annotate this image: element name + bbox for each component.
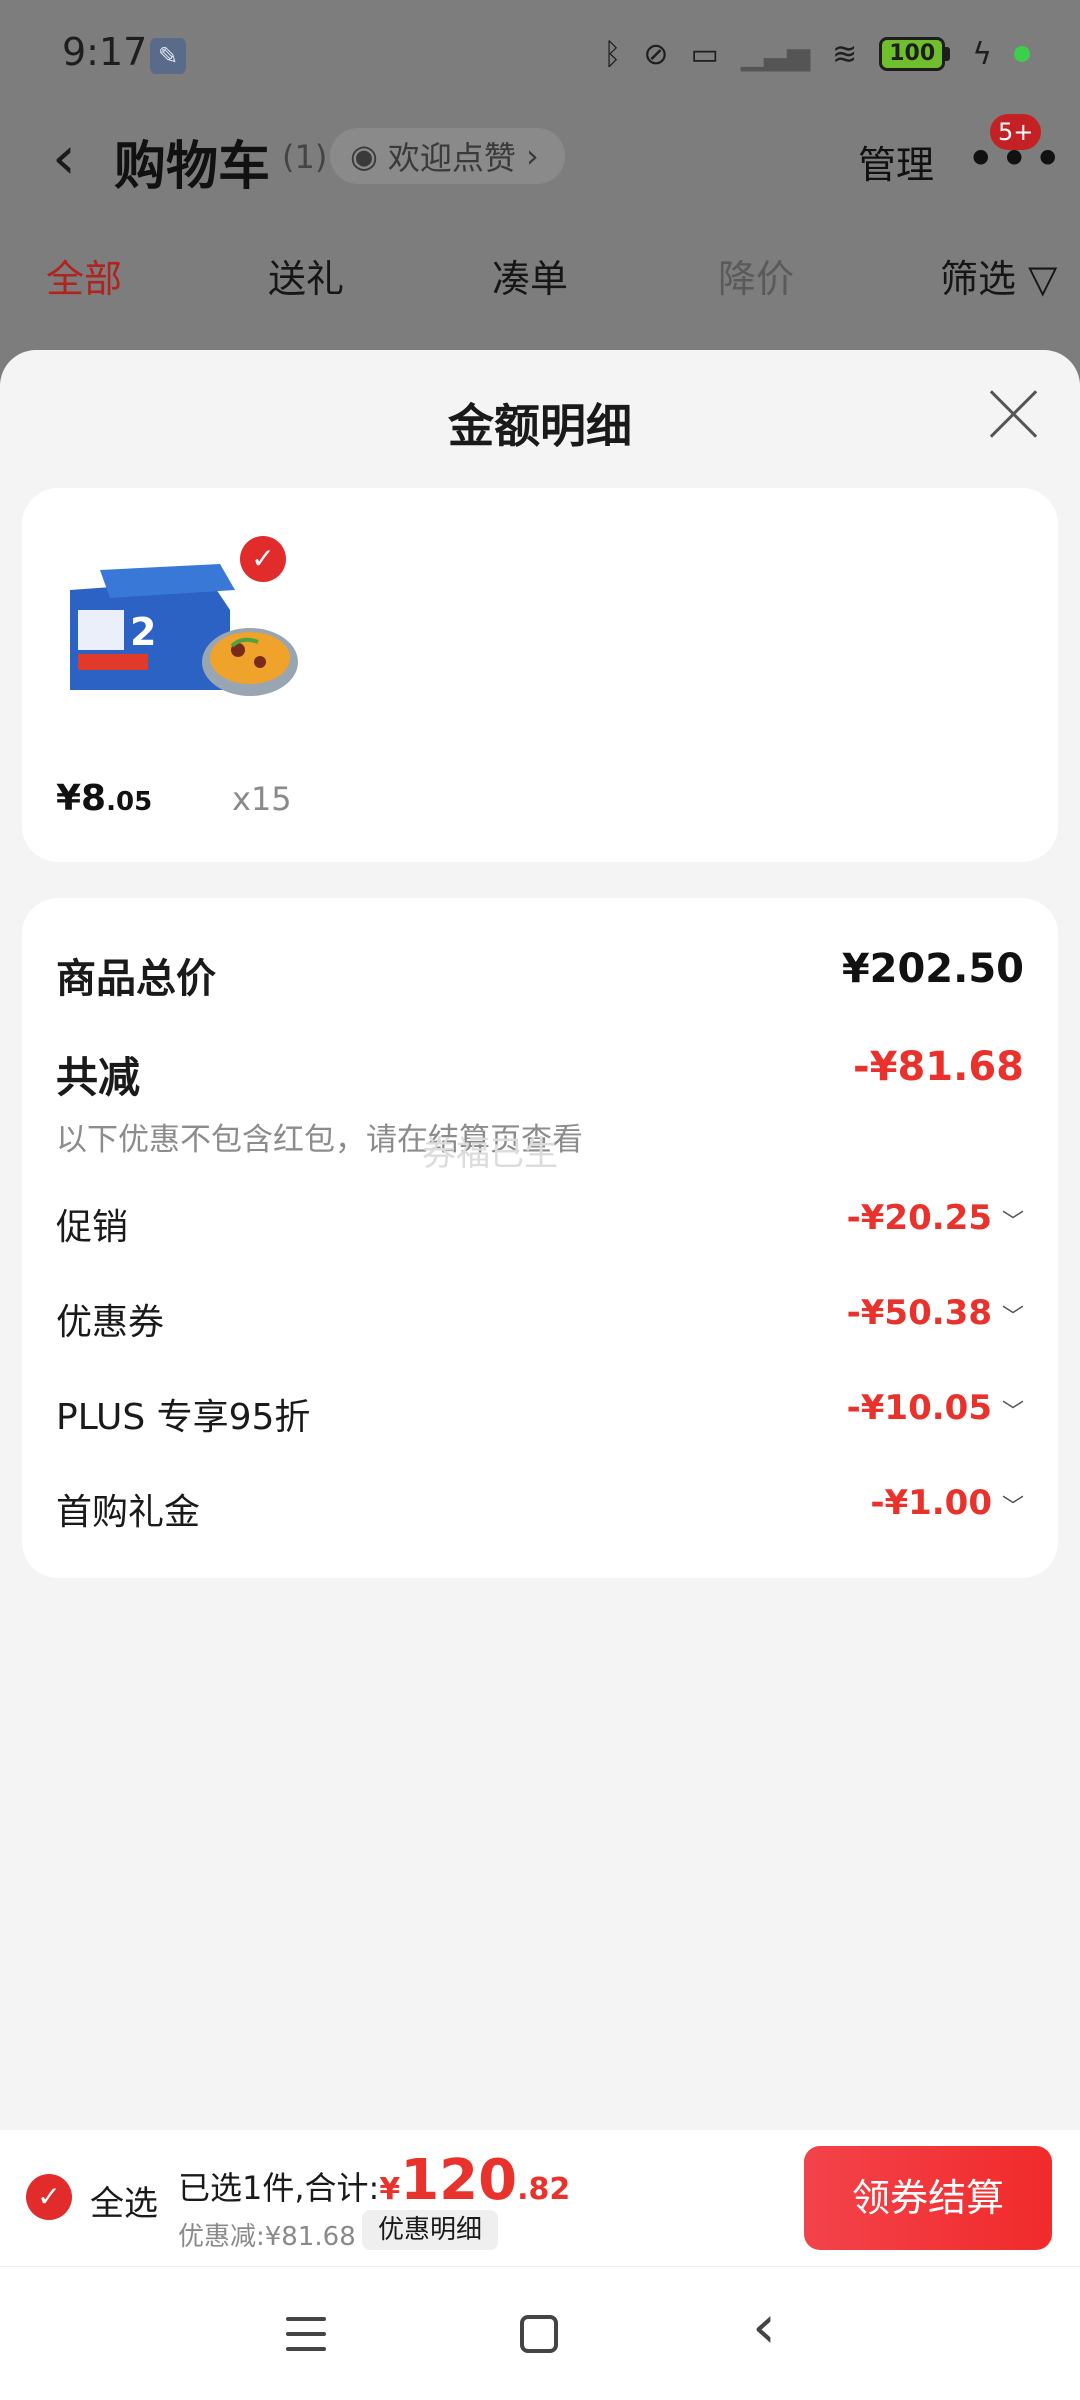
total-reduce-label: 共减 [56, 1053, 141, 1102]
top-nav: ‹ 购物车 (1) ◉ 欢迎点赞 › 管理 ••• 5+ [0, 110, 1080, 210]
price-detail-card: 商品总价 ¥202.50 共减 -¥81.68 以下优惠不包含红包，请在结算页查… [22, 898, 1058, 1578]
charging-icon: ϟ [972, 36, 992, 72]
tab-price-drop[interactable]: 降价 [718, 248, 794, 303]
total-reduce-value: -¥81.68 [853, 1044, 1024, 1090]
total-price-value: ¥202.50 [841, 946, 1024, 992]
praise-label: 欢迎点赞 [387, 139, 516, 177]
filter-tabs: 全部 送礼 凑单 降价 筛选 ▽ [0, 240, 1080, 310]
bluetooth-icon: ᛒ [603, 36, 622, 72]
chevron-down-icon[interactable]: ﹀ [1002, 1489, 1024, 1521]
praise-button[interactable]: ◉ 欢迎点赞 › [330, 128, 565, 184]
chevron-down-icon[interactable]: ﹀ [1002, 1299, 1024, 1331]
plus-discount-value: -¥10.05 [846, 1388, 992, 1428]
first-buy-gift-value: -¥1.00 [870, 1483, 992, 1523]
checkout-bar: ✓ 全选 已选1件,合计:¥120.82 优惠减:¥81.68 优惠明细 领券结… [0, 2130, 1080, 2266]
back-icon[interactable]: ‹ [52, 128, 76, 188]
tab-add-on[interactable]: 凑单 [492, 248, 568, 303]
wrench-icon: ✎ [150, 38, 186, 74]
status-icons: ᛒ ⊘ ▭ ▁▃▅ ≋ 100 ϟ [603, 32, 1030, 76]
chevron-down-icon[interactable]: ﹀ [1002, 1394, 1024, 1426]
tab-filter-label: 筛选 [940, 257, 1017, 301]
message-badge: 5+ [990, 114, 1042, 150]
chevron-right-icon: › [525, 137, 539, 175]
system-back-icon[interactable]: ‹ [752, 2297, 776, 2357]
recent-apps-icon[interactable] [286, 2317, 326, 2351]
product-price-dec: .05 [106, 787, 153, 817]
filter-icon: ▽ [1028, 257, 1058, 301]
chevron-down-icon[interactable]: ﹀ [1002, 1204, 1024, 1236]
promo-value: -¥20.25 [846, 1198, 992, 1238]
tab-gift[interactable]: 送礼 [268, 248, 344, 303]
product-price-int: ¥8 [56, 778, 107, 819]
select-all-checkbox[interactable]: ✓ [26, 2174, 72, 2220]
amount-detail-sheet: 金额明细 2 ✓ ¥8.05 x15 商品总价 ¥202.50 共减 -¥81.… [0, 350, 1080, 2130]
coupon-value: -¥50.38 [846, 1293, 992, 1333]
home-icon[interactable] [520, 2315, 558, 2353]
sum-currency: ¥ [379, 2172, 401, 2207]
battery-icon: 100 [879, 37, 951, 71]
checkout-button[interactable]: 领券结算 [804, 2146, 1052, 2250]
watermark-text: 券福已生 [422, 1134, 558, 1174]
signal-icon: ▁▃▅ [740, 36, 811, 72]
discount-detail-button[interactable]: 优惠明细 [362, 2210, 499, 2250]
select-all-label[interactable]: 全选 [90, 2176, 158, 2225]
privacy-dot [1014, 46, 1030, 62]
discount-summary: 优惠减:¥81.68 [178, 2222, 356, 2252]
sum-integer: 120 [400, 2148, 518, 2213]
first-buy-gift-label: 首购礼金 [56, 1492, 201, 1533]
coupon-label: 优惠券 [56, 1302, 165, 1343]
cart-count: (1) [282, 138, 328, 176]
close-icon[interactable] [986, 386, 1042, 442]
manage-button[interactable]: 管理 [858, 134, 934, 189]
laptop-icon: ▭ [690, 36, 719, 72]
product-price: ¥8.05 [56, 778, 152, 819]
status-bar: 9:17 ✎ ᛒ ⊘ ▭ ▁▃▅ ≋ 100 ϟ [0, 0, 1080, 110]
promo-label: 促销 [56, 1207, 129, 1248]
status-time: 9:17 [62, 30, 148, 74]
product-quantity: x15 [232, 780, 292, 818]
sum-decimal: .82 [517, 2172, 571, 2207]
cart-page-background: 9:17 ✎ ᛒ ⊘ ▭ ▁▃▅ ≋ 100 ϟ ‹ 购物车 (1) ◉ 欢迎点… [0, 0, 1080, 380]
page-title: 购物车 [114, 137, 271, 197]
wifi-icon: ≋ [832, 36, 858, 72]
svg-text:2: 2 [130, 610, 156, 654]
product-checkbox-checked[interactable]: ✓ [240, 536, 286, 582]
sheet-title: 金额明细 [448, 399, 632, 453]
plus-discount-label: PLUS 专享95折 [56, 1397, 311, 1438]
product-card: 2 ✓ ¥8.05 x15 [22, 488, 1058, 862]
sum-label: 已选1件,合计: [178, 2169, 380, 2207]
eye-icon: ◉ [350, 137, 378, 175]
battery-level: 100 [879, 37, 946, 71]
tab-all[interactable]: 全部 [46, 248, 122, 303]
system-nav-bar: ‹ [0, 2266, 1080, 2400]
vibrate-off-icon: ⊘ [643, 36, 669, 72]
sum-line: 已选1件,合计:¥120.82 [178, 2148, 570, 2213]
tab-filter[interactable]: 筛选 ▽ [940, 248, 1057, 303]
total-price-label: 商品总价 [56, 956, 216, 1002]
